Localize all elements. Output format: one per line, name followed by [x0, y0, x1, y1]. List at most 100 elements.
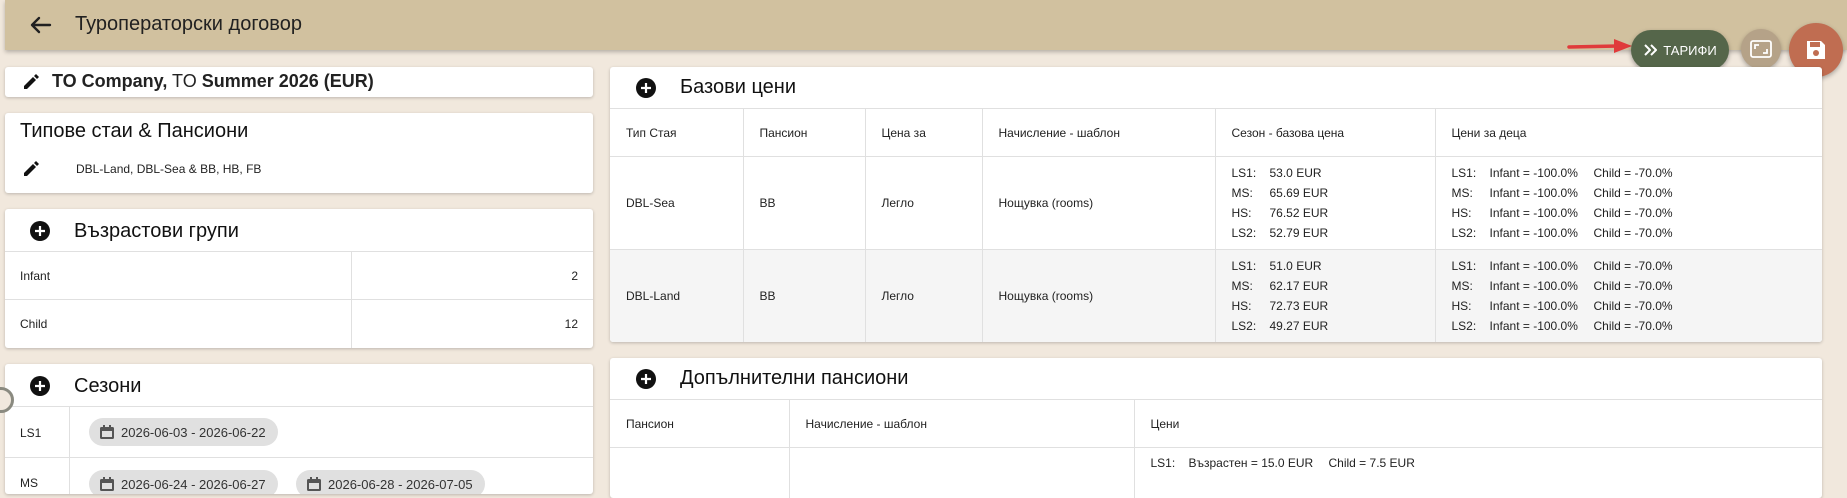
- fullscreen-button[interactable]: [1741, 29, 1781, 69]
- child-prices-cell: LS1:Infant = -100.0%Child = -70.0% MS:In…: [1435, 250, 1822, 343]
- column-header: Цени за деца: [1435, 109, 1822, 157]
- add-season-icon[interactable]: [29, 375, 51, 397]
- board-cell: BB: [743, 250, 865, 343]
- room-cell: DBL-Land: [610, 250, 743, 343]
- room-cell: DBL-Sea: [610, 157, 743, 250]
- age-groups-title: Възрастови групи: [74, 220, 239, 243]
- tariffs-button[interactable]: ТАРИФИ: [1631, 30, 1729, 70]
- season-price-line: MS:62.17 EUR: [1232, 276, 1434, 296]
- board-cell: [610, 448, 789, 498]
- template-cell: Нощувка (rooms): [982, 157, 1215, 250]
- season-price-line: LS2:49.27 EUR: [1232, 316, 1434, 336]
- season-date-chip[interactable]: 2026-06-24 - 2026-06-27: [89, 470, 278, 494]
- back-button[interactable]: [25, 10, 57, 40]
- add-age-group-icon[interactable]: [29, 220, 51, 242]
- table-row[interactable]: DBL-Sea BB Легло Нощувка (rooms) LS1:53.…: [610, 157, 1822, 250]
- table-row[interactable]: DBL-Land BB Легло Нощувка (rooms) LS1:51…: [610, 250, 1822, 343]
- contract-title-card: TO Company, TO Summer 2026 (EUR): [5, 67, 593, 97]
- company-name: TO Company,: [52, 71, 167, 91]
- add-base-price-icon[interactable]: [635, 77, 657, 99]
- child-price-line: HS:Infant = -100.0%Child = -70.0%: [1452, 296, 1822, 316]
- season-price-line: MS:65.69 EUR: [1232, 183, 1434, 203]
- extra-boards-title: Допълнителни пансиони: [680, 367, 908, 390]
- calendar-icon: [99, 424, 115, 440]
- column-header: Сезон - базова цена: [1215, 109, 1435, 157]
- adult-price: Възрастен = 15.0 EUR: [1189, 456, 1329, 470]
- floppy-disk-icon: [1805, 39, 1827, 61]
- column-header: Цени: [1134, 400, 1822, 448]
- room-types-card: Типове стаи & Пансиони DBL-Land, DBL-Sea…: [5, 113, 593, 193]
- child-price-line: LS2:Infant = -100.0%Child = -70.0%: [1452, 223, 1822, 243]
- pencil-icon[interactable]: [22, 73, 40, 91]
- base-prices-table: Тип Стая Пансион Цена за Начисление - ша…: [610, 108, 1822, 342]
- age-group-value: 12: [352, 300, 594, 348]
- child-price-line: LS1:Infant = -100.0%Child = -70.0%: [1452, 163, 1822, 183]
- calendar-icon: [306, 476, 322, 492]
- table-row: Infant 2: [5, 252, 593, 300]
- room-types-title: Типове стаи & Пансиони: [20, 120, 248, 143]
- child-price: Child = 7.5 EUR: [1329, 456, 1415, 470]
- chip-label: 2026-06-03 - 2026-06-22: [121, 425, 266, 440]
- table-header-row: Тип Стая Пансион Цена за Начисление - ша…: [610, 109, 1822, 157]
- contract-title: TO Company, TO Summer 2026 (EUR): [52, 71, 374, 92]
- child-price-line: LS1:Infant = -100.0%Child = -70.0%: [1452, 256, 1822, 276]
- prices-cell: LS1:Възрастен = 15.0 EURChild = 7.5 EUR: [1134, 448, 1822, 498]
- age-groups-table: Infant 2 Child 12: [5, 251, 593, 348]
- price-code: LS1:: [1151, 456, 1189, 470]
- child-price-line: MS:Infant = -100.0%Child = -70.0%: [1452, 183, 1822, 203]
- extra-boards-table: Пансион Начисление - шаблон Цени LS1:Въз…: [610, 399, 1822, 498]
- season-price-line: LS1:51.0 EUR: [1232, 256, 1434, 276]
- season-price-line: HS:72.73 EUR: [1232, 296, 1434, 316]
- to-prefix: TO: [172, 71, 197, 91]
- season-date-chip[interactable]: 2026-06-03 - 2026-06-22: [89, 418, 278, 446]
- tariffs-label: ТАРИФИ: [1663, 43, 1716, 58]
- season-date-chip[interactable]: 2026-06-28 - 2026-07-05: [296, 470, 485, 494]
- season-prices-cell: LS1:51.0 EUR MS:62.17 EUR HS:72.73 EUR L…: [1215, 250, 1435, 343]
- child-price-line: MS:Infant = -100.0%Child = -70.0%: [1452, 276, 1822, 296]
- child-price-line: HS:Infant = -100.0%Child = -70.0%: [1452, 203, 1822, 223]
- column-header: Начисление - шаблон: [982, 109, 1215, 157]
- price-for-cell: Легло: [865, 250, 982, 343]
- season-code: LS1: [20, 426, 41, 440]
- column-header: Пансион: [743, 109, 865, 157]
- child-prices-cell: LS1:Infant = -100.0%Child = -70.0% MS:In…: [1435, 157, 1822, 250]
- age-group-name: Infant: [5, 252, 352, 300]
- red-arrow-icon: [1566, 38, 1636, 58]
- season-price-line: LS2:52.79 EUR: [1232, 223, 1434, 243]
- template-cell: [789, 448, 1134, 498]
- age-groups-card: Възрастови групи Infant 2 Child 12: [5, 209, 593, 348]
- column-header: Пансион: [610, 400, 789, 448]
- extra-boards-card: Допълнителни пансиони Пансион Начисление…: [610, 358, 1822, 498]
- column-header: Цена за: [865, 109, 982, 157]
- room-types-summary: DBL-Land, DBL-Sea & BB, HB, FB: [76, 162, 261, 176]
- template-cell: Нощувка (rooms): [982, 250, 1215, 343]
- price-for-cell: Легло: [865, 157, 982, 250]
- chip-label: 2026-06-24 - 2026-06-27: [121, 477, 266, 492]
- chip-label: 2026-06-28 - 2026-07-05: [328, 477, 473, 492]
- base-prices-card: Базови цени Тип Стая Пансион Цена за Нач…: [610, 67, 1822, 342]
- pencil-icon[interactable]: [22, 160, 40, 178]
- season-price-line: LS1:53.0 EUR: [1232, 163, 1434, 183]
- child-price-line: LS2:Infant = -100.0%Child = -70.0%: [1452, 316, 1822, 336]
- season-prices-cell: LS1:53.0 EUR MS:65.69 EUR HS:76.52 EUR L…: [1215, 157, 1435, 250]
- add-extra-board-icon[interactable]: [635, 368, 657, 390]
- arrow-left-icon: [25, 10, 57, 40]
- season-code: MS: [20, 476, 38, 490]
- fullscreen-icon: [1750, 40, 1772, 58]
- age-group-value: 2: [352, 252, 594, 300]
- table-row: Child 12: [5, 300, 593, 348]
- season-price-line: HS:76.52 EUR: [1232, 203, 1434, 223]
- age-group-name: Child: [5, 300, 352, 348]
- board-cell: BB: [743, 157, 865, 250]
- table-header-row: Пансион Начисление - шаблон Цени: [610, 400, 1822, 448]
- seasons-card: Сезони LS1 2026-06-03 - 2026-06-22 MS 20…: [5, 364, 593, 494]
- season-name: Summer 2026 (EUR): [202, 71, 374, 91]
- base-prices-title: Базови цени: [680, 76, 796, 99]
- double-chevron-right-icon: [1643, 43, 1659, 57]
- column-header: Тип Стая: [610, 109, 743, 157]
- seasons-title: Сезони: [74, 375, 141, 398]
- table-row[interactable]: LS1:Възрастен = 15.0 EURChild = 7.5 EUR: [610, 448, 1822, 498]
- calendar-icon: [99, 476, 115, 492]
- column-header: Начисление - шаблон: [789, 400, 1134, 448]
- page-title: Туроператорски договор: [75, 13, 302, 36]
